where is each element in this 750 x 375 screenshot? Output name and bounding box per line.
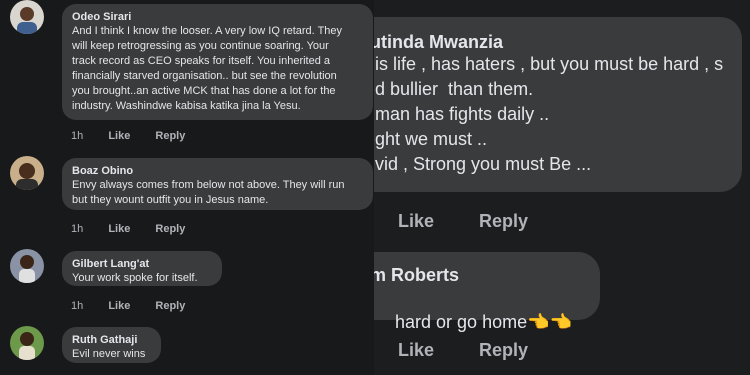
commenter-name[interactable]: m Roberts — [374, 265, 459, 286]
like-button[interactable]: Like — [108, 300, 130, 312]
comment-text: Envy always comes from below not above. … — [72, 179, 345, 206]
reply-button[interactable]: Reply — [479, 340, 528, 360]
commenter-name[interactable]: Ruth Gathaji — [72, 333, 151, 347]
avatar[interactable] — [10, 249, 44, 283]
comment-bubble: Boaz Obino Envy always comes from below … — [62, 158, 373, 210]
like-button[interactable]: Like — [398, 211, 434, 231]
timestamp[interactable]: 1h — [71, 223, 83, 235]
commenter-name[interactable]: utinda Mwanzia — [374, 32, 503, 53]
comment-actions: 1h Like Reply — [71, 300, 207, 312]
commenter-name[interactable]: Gilbert Lang'at — [72, 257, 212, 271]
reply-button[interactable]: Reply — [155, 130, 185, 142]
like-button[interactable]: Like — [108, 130, 130, 142]
left-comments-pane: Odeo Sirari And I think I know the loose… — [0, 0, 374, 375]
comment-text: Your work spoke for itself. — [72, 272, 198, 284]
avatar[interactable] — [10, 156, 44, 190]
timestamp[interactable]: 1h — [71, 130, 83, 142]
commenter-name[interactable]: Boaz Obino — [72, 164, 363, 178]
comment-actions: 1h Like Reply — [71, 223, 207, 235]
comment-actions: Like Reply — [398, 211, 568, 232]
reply-button[interactable]: Reply — [155, 300, 185, 312]
comment-bubble: Odeo Sirari And I think I know the loose… — [62, 4, 373, 120]
avatar[interactable] — [10, 326, 44, 360]
comment-bubble: Gilbert Lang'at Your work spoke for itse… — [62, 251, 222, 286]
timestamp[interactable]: 1h — [71, 300, 83, 312]
comment-text-content: hard or go home — [395, 312, 528, 332]
like-button[interactable]: Like — [108, 223, 130, 235]
reply-button[interactable]: Reply — [479, 211, 528, 231]
like-button[interactable]: Like — [398, 340, 434, 360]
backhand-index-pointing-left-icon: 👈👈 — [527, 312, 572, 332]
reply-button[interactable]: Reply — [155, 223, 185, 235]
commenter-name[interactable]: Odeo Sirari — [72, 10, 363, 24]
comment-bubble: Ruth Gathaji Evil never wins — [62, 327, 161, 363]
avatar[interactable] — [10, 0, 44, 34]
comment-actions: Like Reply — [398, 340, 568, 361]
comment-actions: 1h Like Reply — [71, 130, 207, 142]
comment-text: is life , has haters , but you must be h… — [375, 54, 724, 174]
zoomed-comments-pane: utinda Mwanzia is life , has haters , bu… — [374, 0, 750, 375]
comment-text: Evil never wins — [72, 348, 146, 360]
comment-text: And I think I know the looser. A very lo… — [72, 25, 343, 112]
